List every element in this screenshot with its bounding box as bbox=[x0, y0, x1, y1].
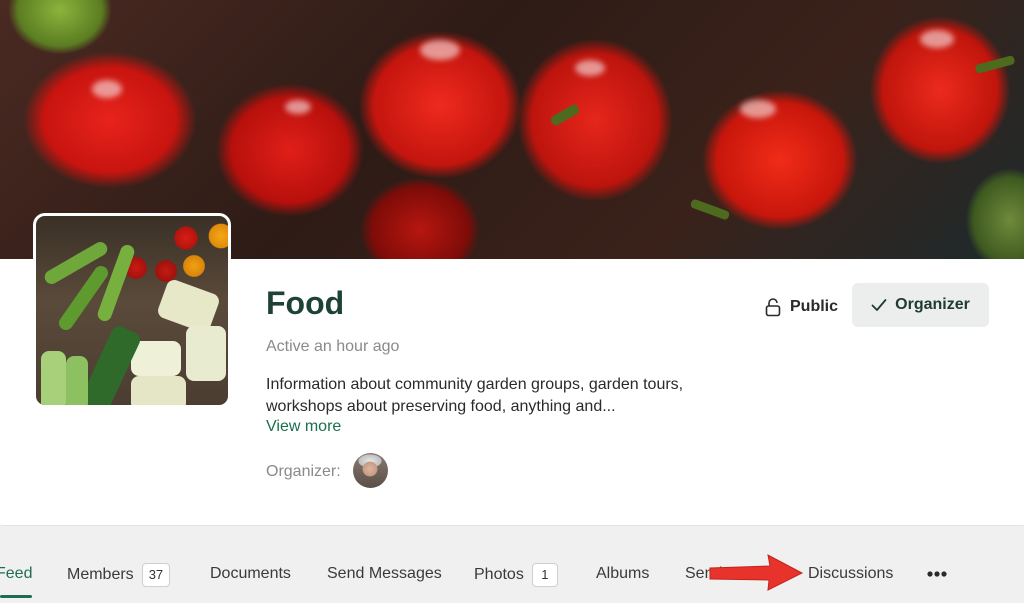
group-description-line2: workshops about preserving food, anythin… bbox=[266, 398, 616, 415]
group-image bbox=[33, 213, 231, 408]
tab-send-messages-label: Send Messages bbox=[327, 565, 442, 582]
organizer-label: Organizer: bbox=[266, 463, 341, 480]
privacy-label: Public bbox=[790, 298, 839, 315]
group-page: Food Active an hour ago Information abou… bbox=[0, 0, 1024, 603]
tab-photos-label: Photos bbox=[474, 566, 524, 583]
tab-feed-label: Feed bbox=[0, 565, 33, 582]
organizer-role-label: Organizer bbox=[895, 296, 970, 313]
tab-photos[interactable]: Photos 1 bbox=[474, 563, 558, 587]
organizer-role-button[interactable]: Organizer bbox=[852, 283, 989, 327]
check-icon bbox=[871, 299, 887, 311]
tab-members-label: Members bbox=[67, 566, 134, 583]
tab-albums[interactable]: Albums bbox=[596, 565, 649, 583]
group-description: Information about community garden group… bbox=[266, 374, 726, 418]
group-activity: Active an hour ago bbox=[266, 338, 400, 355]
privacy-indicator: Public bbox=[764, 295, 838, 319]
more-horizontal-icon[interactable] bbox=[926, 570, 948, 578]
tab-documents-label: Documents bbox=[210, 565, 291, 582]
tab-documents[interactable]: Documents bbox=[210, 565, 291, 583]
members-count-badge: 37 bbox=[141, 563, 171, 587]
active-tab-indicator bbox=[0, 595, 32, 598]
annotation-arrow-icon bbox=[709, 554, 804, 591]
tab-albums-label: Albums bbox=[596, 565, 650, 582]
organizer-avatar[interactable] bbox=[353, 453, 388, 488]
tab-discussions-label: Discussions bbox=[808, 565, 894, 582]
tab-members[interactable]: Members 37 bbox=[67, 563, 171, 587]
lock-icon bbox=[765, 298, 781, 317]
group-title: Food bbox=[266, 285, 345, 321]
tab-feed[interactable]: Feed bbox=[0, 565, 32, 583]
photos-count-badge: 1 bbox=[531, 563, 558, 587]
group-description-line1: Information about community garden group… bbox=[266, 376, 684, 393]
tab-discussions[interactable]: Discussions bbox=[808, 565, 893, 583]
view-more-link[interactable]: View more bbox=[266, 418, 341, 436]
tab-send-messages[interactable]: Send Messages bbox=[327, 565, 442, 583]
